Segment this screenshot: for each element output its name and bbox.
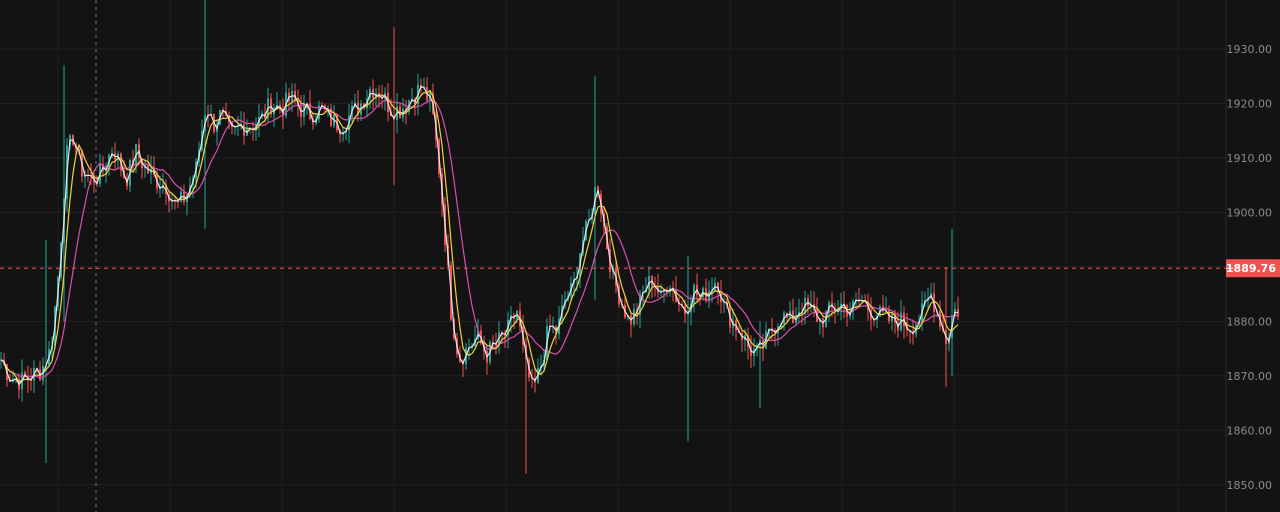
candle — [276, 91, 278, 109]
candle — [18, 372, 20, 399]
candle — [204, 0, 206, 229]
candle — [183, 184, 185, 206]
candle — [144, 159, 146, 178]
candle — [849, 302, 851, 320]
candle — [687, 256, 689, 442]
candle-layer — [0, 0, 959, 474]
candle — [273, 103, 275, 127]
candle — [858, 287, 860, 308]
y-tick-label: 1910.00 — [1227, 152, 1273, 165]
y-tick-label: 1930.00 — [1227, 43, 1273, 56]
candle — [333, 104, 335, 129]
price-axis: 1930.001920.001910.001900.001890.001880.… — [1225, 0, 1280, 512]
y-tick-label: 1880.00 — [1227, 315, 1273, 328]
y-tick-label: 1900.00 — [1227, 206, 1273, 219]
candle — [735, 318, 737, 341]
candle — [714, 277, 716, 292]
candle — [846, 303, 848, 327]
ma-fast-line — [0, 85, 959, 386]
candle — [777, 323, 779, 346]
candle — [267, 87, 269, 124]
candle — [813, 291, 815, 318]
candle — [723, 296, 725, 313]
candle — [552, 316, 554, 334]
chart-canvas[interactable]: 1930.001920.001910.001900.001890.001880.… — [0, 0, 1280, 512]
candle — [357, 90, 359, 122]
candle — [540, 354, 542, 375]
candle — [834, 302, 836, 324]
candle — [717, 281, 719, 305]
candle — [402, 98, 404, 122]
candle — [816, 297, 818, 323]
candle — [99, 153, 101, 188]
candle — [270, 93, 272, 118]
candle — [807, 294, 809, 315]
ma-mid-line — [0, 89, 959, 383]
grid-layer — [0, 0, 1226, 512]
candle — [741, 329, 743, 352]
y-tick-label: 1860.00 — [1227, 424, 1273, 437]
candle — [162, 172, 164, 194]
candle — [384, 87, 386, 111]
y-tick-label: 1870.00 — [1227, 370, 1273, 383]
candle — [210, 104, 212, 116]
candle — [117, 150, 119, 170]
candle — [630, 311, 632, 338]
last-price-label: 1889.76 — [1226, 262, 1276, 275]
y-tick-label: 1850.00 — [1227, 479, 1273, 492]
candle — [822, 315, 824, 338]
candle — [891, 313, 893, 331]
candle — [45, 239, 47, 463]
moving-average-layer — [0, 85, 959, 386]
candle — [594, 76, 596, 300]
candle — [810, 290, 812, 313]
candle — [399, 102, 401, 119]
candle — [882, 294, 884, 315]
candle — [786, 312, 788, 322]
candlestick-chart: 1930.001920.001910.001900.001890.001880.… — [0, 0, 1280, 512]
candle — [798, 298, 800, 322]
candle — [150, 155, 152, 185]
y-tick-label: 1920.00 — [1227, 97, 1273, 110]
candle — [951, 228, 953, 376]
candle — [342, 127, 344, 142]
candle — [426, 76, 428, 103]
candle — [792, 298, 794, 324]
candle — [660, 283, 662, 297]
